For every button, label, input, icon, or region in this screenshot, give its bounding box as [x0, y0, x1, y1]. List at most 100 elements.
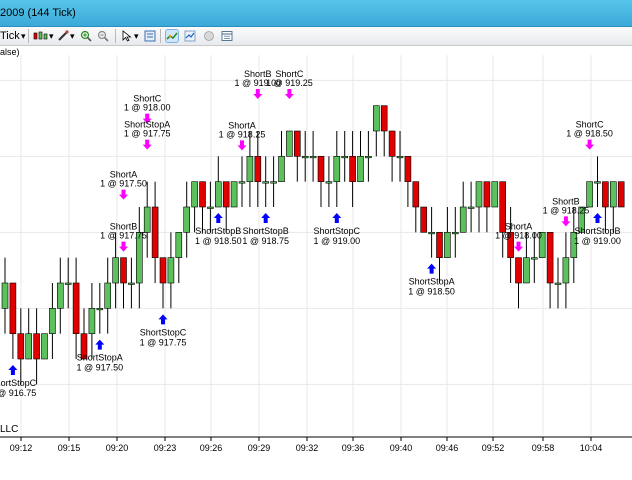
candle-up — [357, 156, 364, 182]
cover-exit-arrow-icon — [261, 213, 271, 223]
short-entry-arrow-icon — [119, 241, 128, 252]
candle-down — [222, 181, 230, 208]
short-entry-arrow-icon — [142, 139, 152, 150]
trade-label: ShortStopB — [243, 226, 289, 236]
circle-icon[interactable] — [203, 30, 215, 42]
candle-down — [617, 181, 625, 208]
short-entry-arrow-icon — [253, 89, 263, 99]
candle-up — [459, 206, 467, 233]
chart-header-text: alse) — [0, 47, 20, 57]
candle-down — [515, 257, 522, 284]
candle-up — [175, 232, 183, 258]
x-tick-label: 09:26 — [200, 443, 223, 453]
candle-up — [396, 156, 404, 159]
x-tick-label: 10:04 — [580, 443, 603, 453]
zoom-in-icon[interactable] — [80, 30, 92, 42]
cover-exit-arrow-icon — [95, 339, 105, 350]
window-title-bar: 2009 (144 Tick) — [0, 0, 632, 27]
trade-detail: 1 @ 918.00 — [495, 231, 542, 241]
trade-label: ShortStopB — [195, 226, 241, 236]
candle-up — [167, 257, 175, 284]
cursor-arrow-icon[interactable] — [121, 30, 133, 42]
indicator-icon[interactable] — [184, 30, 196, 42]
trade-detail: 1 @ 918.00 — [124, 103, 171, 113]
x-tick-label: 09:52 — [482, 443, 505, 453]
candle-down — [483, 181, 491, 208]
candle-up — [128, 282, 135, 285]
trade-detail: 1 @ 916.75 — [0, 388, 36, 398]
x-tick-label: 09:12 — [10, 443, 33, 453]
price-chart[interactable]: 09:12 09:15 09:20 09:23 09:26 09:29 09:32 09:36… — [0, 45, 632, 480]
chevron-down-icon[interactable]: ▾ — [134, 27, 139, 45]
data-box-icon[interactable] — [144, 30, 156, 42]
candle-up — [309, 156, 317, 159]
chevron-down-icon[interactable]: ▾ — [49, 27, 54, 45]
x-tick-label: 09:15 — [58, 443, 81, 453]
candle-up — [491, 181, 499, 208]
trade-detail: 1 @ 917.50 — [100, 179, 147, 189]
x-tick-label: 09:36 — [342, 443, 365, 453]
x-tick-label: 09:46 — [436, 443, 459, 453]
candle-up — [183, 206, 190, 233]
candle-down — [317, 156, 325, 182]
candle-down — [159, 257, 167, 284]
candle-up — [428, 232, 435, 235]
trade-detail: 1 @ 919.00 — [313, 236, 360, 246]
cover-exit-arrow-icon — [593, 213, 602, 223]
candle-up — [41, 333, 48, 360]
candle-up — [325, 181, 333, 184]
candle-up — [238, 181, 246, 184]
trade-label: ShortStopC — [314, 226, 361, 236]
candle-down — [602, 181, 609, 208]
x-tick-label: 09:32 — [296, 443, 319, 453]
candle-down — [420, 206, 428, 233]
candle-up — [586, 181, 593, 208]
short-entry-arrow-icon — [561, 216, 571, 227]
trade-detail: 1 @ 917.75 — [100, 231, 147, 241]
candle-up — [475, 181, 483, 208]
candle-down — [33, 333, 40, 360]
trade-detail: 1 @ 918.50 — [566, 129, 613, 139]
trade-detail: 1 @ 917.50 — [76, 363, 123, 373]
strategy-icon[interactable] — [165, 29, 179, 43]
cover-exit-arrow-icon — [213, 213, 223, 223]
candle-down — [380, 105, 388, 132]
cover-exit-arrow-icon — [427, 263, 437, 274]
candle-down — [293, 130, 301, 157]
toolbar-separator — [28, 29, 29, 43]
candle-down — [9, 282, 17, 334]
chevron-down-icon[interactable]: ▾ — [21, 27, 26, 45]
candle-up — [25, 333, 33, 360]
footer-text: LLC — [0, 424, 19, 435]
candle-up — [1, 282, 9, 309]
candle-up — [143, 206, 151, 233]
x-tick-label: 09:23 — [154, 443, 177, 453]
candlestick-style-icon[interactable] — [33, 30, 49, 42]
candle-up — [530, 257, 538, 260]
properties-icon[interactable] — [221, 30, 233, 42]
drawing-tool-icon[interactable] — [57, 30, 69, 42]
candle-down — [254, 156, 262, 182]
trade-label: ShortStopB — [574, 226, 620, 236]
candle-down — [72, 282, 80, 334]
candle-up — [444, 232, 451, 258]
chevron-down-icon[interactable]: ▾ — [70, 27, 75, 45]
candle-up — [333, 156, 341, 182]
trade-detail: 1 @ 918.75 — [242, 236, 289, 246]
candle-up — [230, 181, 238, 208]
short-entry-arrow-icon — [119, 189, 128, 200]
candle-up — [451, 232, 459, 235]
x-tick-label: 09:29 — [248, 443, 271, 453]
candle-up — [64, 282, 72, 285]
candle-down — [17, 333, 25, 360]
candle-up — [88, 308, 96, 334]
zoom-out-icon[interactable] — [97, 30, 109, 42]
trade-detail: 1 @ 918.50 — [408, 287, 455, 297]
candle-up — [286, 130, 293, 157]
candle-down — [349, 156, 356, 182]
interval-dropdown[interactable]: Tick — [0, 27, 20, 45]
candle-down — [546, 232, 554, 284]
short-entry-arrow-icon — [514, 241, 523, 252]
candle-up — [554, 282, 562, 285]
candle-up — [523, 257, 530, 284]
